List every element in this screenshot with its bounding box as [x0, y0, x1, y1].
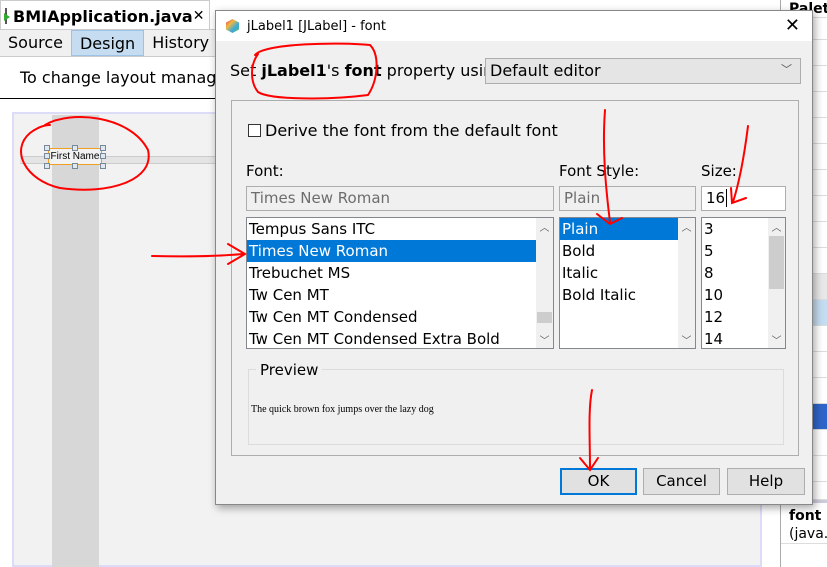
hint-text: To change layout manage	[20, 68, 215, 87]
resize-handle[interactable]	[72, 163, 78, 169]
preview-label: Preview	[256, 361, 323, 379]
property-description: font (java.	[781, 500, 827, 544]
font-option[interactable]: Tempus Sans ITC	[247, 218, 553, 240]
scroll-down-icon[interactable]: ﹀	[678, 332, 695, 347]
editor-combo-value: Default editor	[490, 61, 601, 80]
component-name: jLabel1	[261, 61, 327, 80]
style-option[interactable]: Italic	[560, 262, 695, 284]
editor-tab-title: BMIApplication.java	[13, 6, 193, 26]
size-list-scrollbar[interactable]: ︿ ﹀	[768, 218, 785, 348]
style-option[interactable]: Bold Italic	[560, 284, 695, 306]
resize-handle[interactable]	[100, 153, 106, 159]
font-style-label: Font Style:	[559, 162, 640, 180]
font-name-field[interactable]: Times New Roman	[246, 186, 554, 211]
font-option[interactable]: Tw Cen MT Condensed Extra Bold	[247, 328, 553, 348]
layout-column	[52, 115, 99, 567]
dialog-title-bar[interactable]: jLabel1 [JLabel] - font	[216, 11, 812, 41]
font-option[interactable]: Tw Cen MT	[247, 284, 553, 306]
help-button[interactable]: Help	[727, 468, 805, 495]
style-option-selected[interactable]: Plain	[560, 218, 678, 240]
derive-checkbox-label: Derive the font from the default font	[265, 121, 558, 140]
history-view-button[interactable]: History	[144, 30, 217, 56]
property-name: font	[344, 61, 382, 80]
font-option-selected[interactable]: Times New Roman	[247, 240, 553, 262]
property-name: font	[789, 508, 822, 524]
view-switcher: Source Design History	[0, 29, 215, 57]
close-dialog-icon[interactable]: ✕	[785, 15, 800, 36]
layout-hint: To change layout manage	[0, 57, 215, 99]
scroll-down-icon[interactable]: ﹀	[768, 332, 785, 347]
chevron-down-icon: ﹀	[781, 63, 792, 76]
style-list-scrollbar[interactable]: ︿ ﹀	[678, 218, 695, 348]
font-label: Font:	[246, 162, 284, 180]
size-list[interactable]: 3 5 8 10 12 14 ︿ ﹀	[701, 217, 786, 349]
size-field[interactable]: 16	[701, 186, 786, 211]
editor-prompt: Set jLabel1's font property using:	[230, 61, 509, 80]
dialog-title: jLabel1 [JLabel] - font	[247, 18, 386, 34]
size-value: 16	[706, 189, 726, 207]
ok-button[interactable]: OK	[560, 468, 637, 495]
editor-tab[interactable]: BMIApplication.java ✕	[0, 0, 210, 31]
close-tab-icon[interactable]: ✕	[193, 8, 205, 24]
prompt-mid: 's	[326, 61, 345, 80]
style-option[interactable]: Bold	[560, 240, 695, 262]
scroll-up-icon[interactable]: ︿	[768, 219, 785, 234]
resize-handle[interactable]	[44, 153, 50, 159]
netbeans-logo-icon	[226, 19, 239, 33]
resize-handle[interactable]	[44, 145, 50, 151]
font-style-list[interactable]: Plain Bold Italic Bold Italic ︿ ﹀	[559, 217, 696, 349]
property-type: (java.	[789, 526, 827, 542]
scroll-up-icon[interactable]: ︿	[678, 219, 695, 234]
editor-combo[interactable]: Default editor ﹀	[485, 58, 801, 84]
resize-handle[interactable]	[72, 145, 78, 151]
scroll-down-icon[interactable]: ﹀	[536, 332, 553, 347]
font-style-field[interactable]: Plain	[559, 186, 696, 211]
size-label: Size:	[701, 162, 737, 180]
cancel-button[interactable]: Cancel	[643, 468, 720, 495]
scroll-up-icon[interactable]: ︿	[536, 219, 553, 234]
preview-text: The quick brown fox jumps over the lazy …	[251, 404, 434, 415]
font-dialog: jLabel1 [JLabel] - font ✕ Set jLabel1's …	[215, 10, 813, 505]
derive-checkbox[interactable]	[248, 124, 261, 137]
source-view-button[interactable]: Source	[0, 30, 71, 56]
derive-checkbox-row[interactable]: Derive the font from the default font	[248, 121, 558, 140]
scroll-thumb[interactable]	[769, 236, 784, 289]
font-option[interactable]: Trebuchet MS	[247, 262, 553, 284]
resize-handle[interactable]	[100, 145, 106, 151]
java-file-icon	[4, 8, 10, 24]
font-option[interactable]: Tw Cen MT Condensed	[247, 306, 553, 328]
resize-handle[interactable]	[100, 163, 106, 169]
scroll-thumb[interactable]	[537, 312, 552, 323]
font-list-scrollbar[interactable]: ︿ ﹀	[536, 218, 553, 348]
font-list[interactable]: Tempus Sans ITC Times New Roman Trebuche…	[246, 217, 554, 349]
resize-handle[interactable]	[44, 163, 50, 169]
prompt-prefix: Set	[230, 61, 262, 80]
design-view-button[interactable]: Design	[70, 30, 145, 56]
